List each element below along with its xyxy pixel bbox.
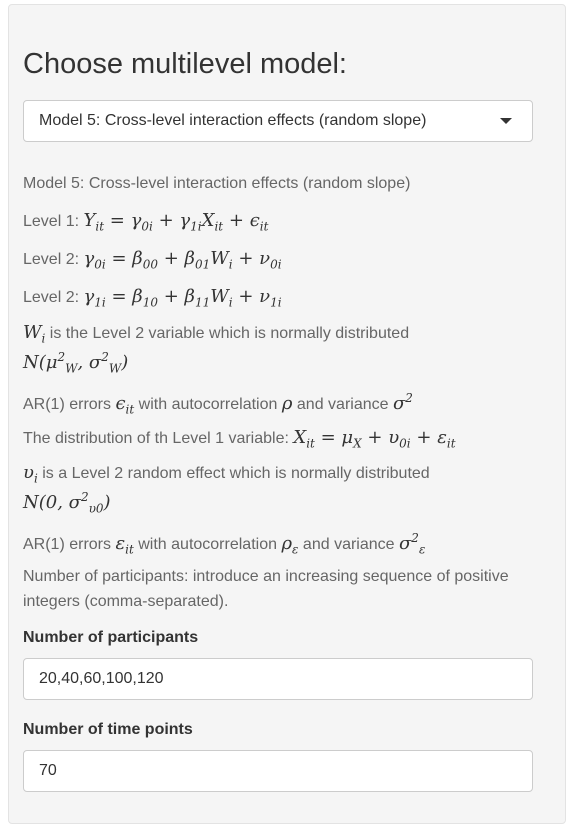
vi-description: υi is a Level 2 random effect which is n… bbox=[23, 463, 430, 489]
model-name-text: Model 5: Cross-level interaction effects… bbox=[23, 175, 411, 192]
model-select-value: Model 5: Cross-level interaction effects… bbox=[39, 112, 427, 129]
level2b-label: Level 2: bbox=[23, 289, 84, 306]
chevron-down-icon[interactable] bbox=[500, 118, 512, 124]
vi-text: is a Level 2 random effect which is norm… bbox=[37, 465, 430, 482]
participants-input-value: 20,40,60,100,120 bbox=[39, 670, 164, 687]
participants-help-text: Number of participants: introduce an inc… bbox=[23, 568, 509, 610]
participants-input[interactable]: 20,40,60,100,120 bbox=[23, 658, 533, 700]
wi-description: Wi is the Level 2 variable which is norm… bbox=[23, 323, 409, 349]
level2a-label: Level 2: bbox=[23, 251, 84, 268]
page-title: Choose multilevel model: bbox=[23, 48, 347, 80]
wi-symbol: Wi bbox=[23, 322, 46, 346]
participants-label: Number of participants bbox=[23, 629, 199, 646]
wi-text: is the Level 2 variable which is normall… bbox=[45, 325, 410, 342]
vi-symbol: υi bbox=[23, 462, 38, 486]
level2b-formula: γ1i = β10 + β11Wi + ν1i bbox=[83, 286, 282, 310]
level1-equation: Level 1: Yit = γ0i + γ1iXit + ϵit bbox=[23, 211, 268, 237]
level2a-formula: γ0i = β00 + β01Wi + ν0i bbox=[83, 248, 282, 272]
ar1-errors-1: AR(1) errors ϵit with autocorrelation ρ … bbox=[23, 391, 413, 417]
level1-formula: Yit = γ0i + γ1iXit + ϵit bbox=[83, 210, 269, 234]
ar1-errors-2: AR(1) errors εit with autocorrelation ρε… bbox=[23, 531, 426, 557]
level2b-equation: Level 2: γ1i = β10 + β11Wi + ν1i bbox=[23, 287, 282, 313]
level1-label: Level 1: bbox=[23, 213, 84, 230]
vi-distribution: N(0, σ2υ0) bbox=[23, 490, 111, 516]
wi-distribution: N(μ2W, σ2W) bbox=[23, 350, 129, 376]
level1-distribution: The distribution of th Level 1 variable:… bbox=[23, 427, 456, 451]
time-points-input[interactable]: 70 bbox=[23, 750, 533, 792]
time-points-label: Number of time points bbox=[23, 721, 193, 738]
model-select[interactable]: Model 5: Cross-level interaction effects… bbox=[23, 100, 533, 142]
time-points-input-value: 70 bbox=[39, 762, 57, 779]
level2a-equation: Level 2: γ0i = β00 + β01Wi + ν0i bbox=[23, 249, 282, 275]
